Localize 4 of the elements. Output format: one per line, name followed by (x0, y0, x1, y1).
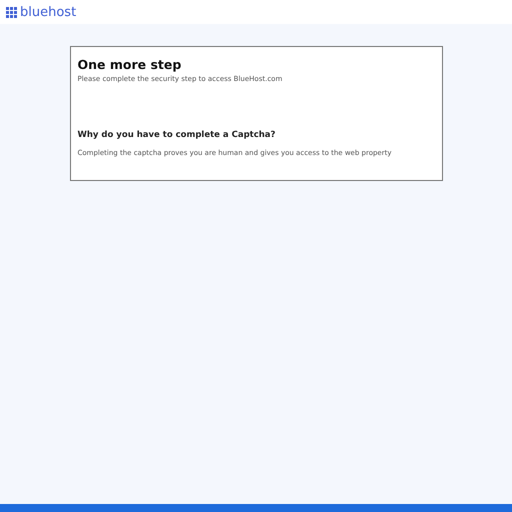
logo-text[interactable]: bluehost (20, 6, 76, 18)
grid-logo-icon (6, 6, 17, 18)
question-heading: Why do you have to complete a Captcha? (78, 128, 276, 142)
card-title: One more step (78, 57, 182, 73)
